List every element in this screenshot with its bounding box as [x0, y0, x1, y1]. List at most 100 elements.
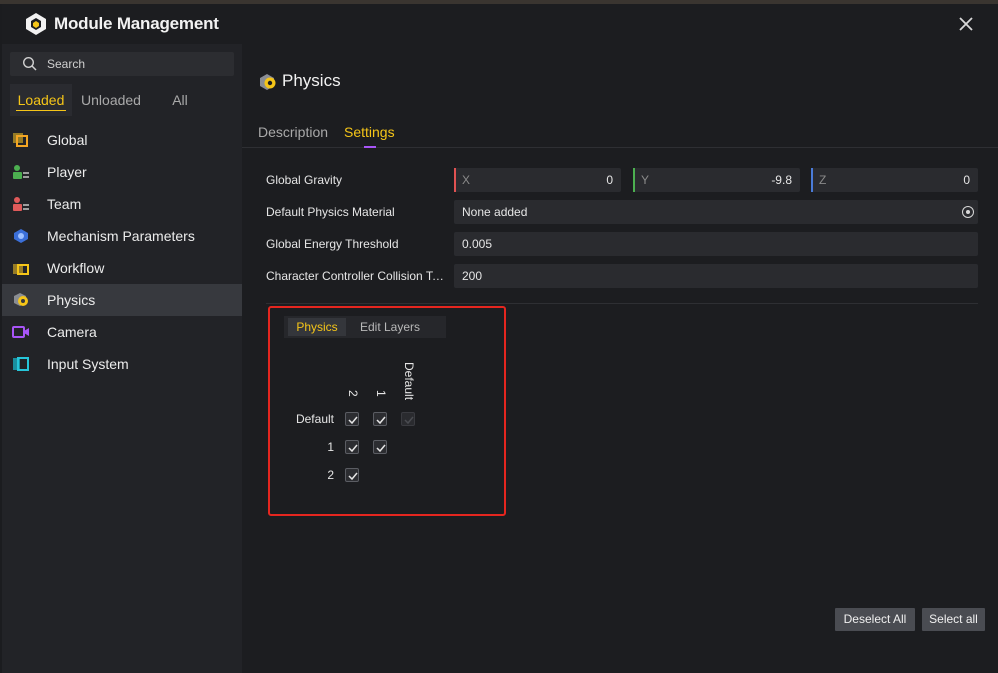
setting-label: Global Gravity	[266, 173, 343, 187]
sidebar-item-label: Mechanism Parameters	[47, 228, 195, 244]
tab-settings[interactable]: Settings	[344, 124, 395, 148]
sidebar-item-global[interactable]: Global	[2, 124, 242, 156]
physics-module-icon	[12, 292, 30, 308]
tab-loaded-label: Loaded	[17, 92, 65, 108]
sidebar-item-label: Camera	[47, 324, 97, 340]
collision-matrix-panel: Physics Edit Layers 2 1 Default Default …	[268, 306, 506, 516]
asset-picker-icon[interactable]	[962, 206, 974, 218]
setting-row-collision-tolerance: Character Controller Collision Tolerance…	[266, 264, 978, 288]
sidebar-item-label: Team	[47, 196, 82, 212]
workflow-module-icon	[12, 260, 30, 276]
page-title-text: Physics	[282, 71, 341, 90]
tab-unloaded-label: Unloaded	[81, 92, 141, 108]
matrix-checkbox[interactable]	[373, 440, 387, 454]
column-label: Default	[402, 362, 416, 401]
physics-material-field[interactable]: None added	[454, 200, 978, 224]
module-detail-panel: Physics Description Settings Global Grav…	[242, 44, 998, 673]
matrix-checkbox[interactable]	[373, 412, 387, 426]
tab-edit-layers[interactable]: Edit Layers	[350, 318, 430, 336]
search-icon	[22, 56, 38, 72]
sidebar-item-player[interactable]: Player	[2, 156, 242, 188]
tab-edit-layers-label: Edit Layers	[359, 320, 421, 334]
matrix-row-header: Default	[295, 412, 334, 426]
gravity-z-field[interactable]: Z 0	[811, 168, 978, 192]
tab-description[interactable]: Description	[258, 124, 328, 140]
search-placeholder: Search	[47, 57, 86, 71]
setting-label: Character Controller Collision Tolerance	[266, 269, 448, 283]
app-logo-icon	[24, 12, 48, 36]
physics-title-icon	[258, 73, 278, 91]
select-all-button[interactable]: Select all	[922, 608, 985, 631]
team-module-icon	[12, 196, 30, 212]
column-label: 2	[346, 390, 360, 397]
matrix-checkbox-disabled	[401, 412, 415, 426]
module-sidebar: Search Loaded Unloaded All Global Player…	[2, 44, 242, 673]
physics-material-value: None added	[462, 205, 528, 219]
tab-all-label: All	[172, 92, 188, 108]
matrix-checkbox[interactable]	[345, 412, 359, 426]
search-input[interactable]: Search	[10, 52, 234, 76]
z-axis-marker	[811, 168, 813, 192]
setting-label: Global Energy Threshold	[266, 237, 399, 251]
matrix-checkbox[interactable]	[345, 440, 359, 454]
mechanism-module-icon	[12, 228, 30, 244]
tab-physics-label: Physics	[296, 320, 338, 334]
matrix-tabs: Physics Edit Layers	[284, 316, 446, 338]
sidebar-item-mechanism-parameters[interactable]: Mechanism Parameters	[2, 220, 242, 252]
tab-loaded[interactable]: Loaded	[10, 84, 72, 116]
active-tab-underline	[364, 146, 376, 148]
sidebar-item-label: Global	[47, 132, 88, 148]
sidebar-item-camera[interactable]: Camera	[2, 316, 242, 348]
gravity-x-placeholder: X	[462, 173, 471, 187]
matrix-row-header: 1	[327, 440, 334, 454]
x-axis-marker	[454, 168, 456, 192]
sidebar-item-label: Player	[47, 164, 87, 180]
energy-threshold-value: 0.005	[462, 237, 493, 251]
gravity-x-field[interactable]: X 0	[454, 168, 621, 192]
sidebar-item-label: Physics	[47, 292, 96, 308]
window-title: Module Management	[54, 14, 219, 33]
module-management-window: Module Management Search Loaded Unloaded…	[2, 4, 998, 673]
setting-row-default-physics-material: Default Physics Material None added	[266, 200, 978, 224]
divider	[266, 303, 978, 304]
tab-unloaded[interactable]: Unloaded	[76, 84, 146, 116]
sidebar-item-team[interactable]: Team	[2, 188, 242, 220]
sidebar-item-input-system[interactable]: Input System	[2, 348, 242, 380]
setting-row-global-gravity: Global Gravity X 0 Y -9.8 Z 0	[266, 168, 978, 192]
input-system-module-icon	[12, 356, 30, 372]
title-bar: Module Management	[2, 4, 998, 44]
tab-physics[interactable]: Physics	[288, 318, 346, 336]
tab-all[interactable]: All	[160, 84, 200, 116]
matrix-row-header: 2	[327, 468, 334, 482]
column-label: 1	[374, 390, 388, 397]
filter-tabs: Loaded Unloaded All	[10, 84, 234, 116]
player-module-icon	[12, 164, 30, 180]
energy-threshold-field[interactable]: 0.005	[454, 232, 978, 256]
sidebar-item-workflow[interactable]: Workflow	[2, 252, 242, 284]
y-axis-marker	[633, 168, 635, 192]
deselect-all-button[interactable]: Deselect All	[835, 608, 915, 631]
gravity-z-placeholder: Z	[819, 173, 827, 187]
camera-module-icon	[12, 324, 30, 340]
matrix-column-header: 1	[374, 390, 388, 404]
setting-row-global-energy-threshold: Global Energy Threshold 0.005	[266, 232, 978, 256]
gravity-y-field[interactable]: Y -9.8	[633, 168, 800, 192]
sidebar-item-physics[interactable]: Physics	[2, 284, 242, 316]
sidebar-item-label: Workflow	[47, 260, 105, 276]
matrix-checkbox[interactable]	[345, 468, 359, 482]
sidebar-item-label: Input System	[47, 356, 129, 372]
collision-tolerance-field[interactable]: 200	[454, 264, 978, 288]
collision-tolerance-value: 200	[462, 269, 483, 283]
detail-tabs: Description Settings	[242, 118, 998, 148]
gravity-z-value: 0	[963, 173, 970, 187]
setting-label: Default Physics Material	[266, 205, 395, 219]
global-module-icon	[12, 132, 30, 148]
tab-description-label: Description	[258, 124, 329, 140]
matrix-column-header: Default	[402, 362, 416, 400]
active-tab-underline	[16, 110, 66, 111]
gravity-x-value: 0	[606, 173, 613, 187]
gravity-y-placeholder: Y	[641, 173, 650, 187]
tab-settings-label: Settings	[344, 124, 395, 140]
gravity-y-value: -9.8	[771, 173, 792, 187]
close-icon[interactable]	[954, 12, 978, 36]
